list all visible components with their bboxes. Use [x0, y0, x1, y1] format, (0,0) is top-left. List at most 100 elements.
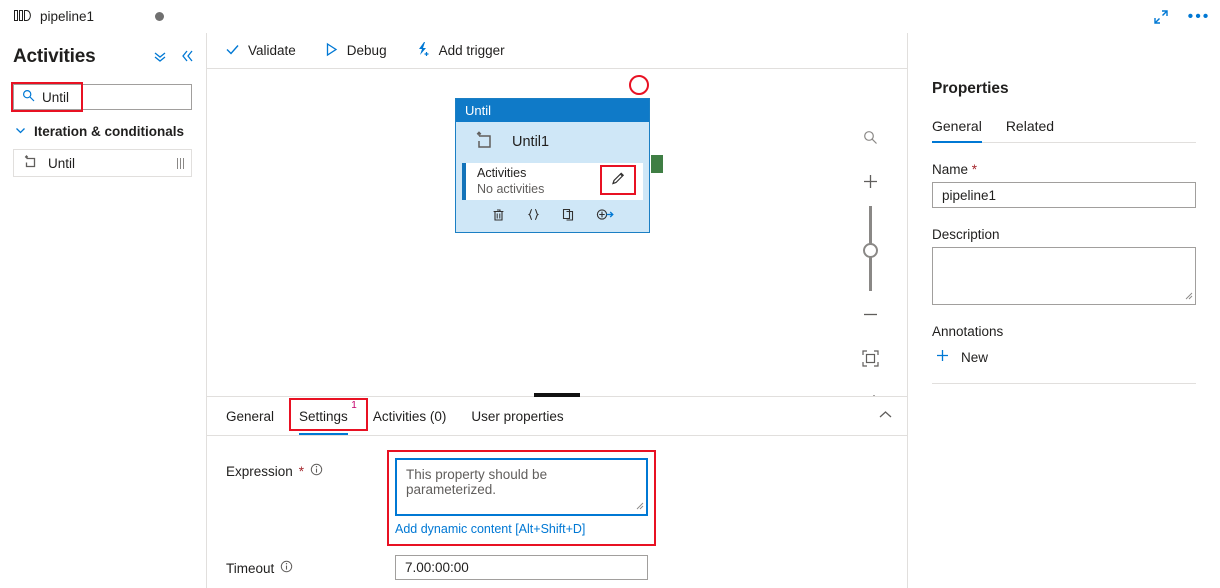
add-output-arrow-icon[interactable]: [596, 207, 614, 225]
info-icon[interactable]: [280, 560, 293, 576]
double-chevron-left-icon[interactable]: [180, 49, 194, 66]
tab-settings[interactable]: Settings 1: [299, 397, 357, 435]
details-tabs: General Settings 1 Activities (0) User p…: [207, 397, 907, 436]
node-action-bar: [456, 200, 649, 232]
until-loop-icon: [474, 130, 495, 155]
plus-icon: [935, 348, 950, 366]
add-annotation-button[interactable]: New: [932, 348, 1196, 366]
expression-row: Expression * This property should be par…: [207, 450, 907, 546]
code-braces-icon[interactable]: [526, 207, 541, 225]
unsaved-dot-icon: [155, 12, 164, 21]
adf-pipeline-editor: pipeline1 ••• Activities Until Iteration…: [0, 0, 1220, 588]
sidebar-item-until-label: Until: [48, 155, 76, 171]
tab-activities[interactable]: Activities (0): [373, 397, 447, 435]
trash-icon[interactable]: [491, 207, 506, 225]
activity-details-panel: General Settings 1 Activities (0) User p…: [207, 393, 907, 588]
activities-title: Activities: [13, 46, 96, 67]
tab-user-properties[interactable]: User properties: [471, 397, 563, 435]
reset-zoom-icon[interactable]: [851, 383, 889, 396]
checkmark-icon: [225, 42, 240, 60]
card-accent-bar: [462, 163, 466, 200]
add-dynamic-content-link[interactable]: Add dynamic content [Alt+Shift+D]: [395, 522, 648, 536]
search-wrapper: Until: [11, 82, 192, 112]
pipeline-icon: [14, 9, 31, 25]
node-name: Until1: [512, 134, 550, 150]
canvas-zoom-controls: [851, 118, 889, 396]
search-input[interactable]: Until: [13, 84, 192, 110]
search-input-value: Until: [42, 89, 70, 105]
zoom-slider[interactable]: [851, 206, 889, 291]
expression-field-wrap: This property should be parameterized. A…: [387, 450, 656, 546]
node-output-connector[interactable]: [651, 155, 663, 173]
properties-pane: Properties General Related Name * pipeli…: [907, 33, 1220, 588]
sidebar-item-until[interactable]: Until: [13, 149, 192, 177]
drag-handle[interactable]: [177, 157, 184, 169]
info-icon[interactable]: [310, 463, 323, 479]
expression-label: Expression: [226, 463, 293, 479]
timeout-label: Timeout: [226, 560, 275, 576]
tab-user-properties-label: User properties: [471, 408, 564, 424]
chevron-up-icon[interactable]: [878, 407, 893, 425]
tab-strip-empty: [176, 0, 1220, 33]
timeout-label-group: Timeout: [226, 555, 395, 576]
activity-group-label: Iteration & conditionals: [34, 124, 185, 139]
node-activities-card[interactable]: Activities No activities: [462, 163, 643, 200]
expression-label-group: Expression *: [226, 458, 395, 479]
validate-label: Validate: [248, 43, 296, 58]
properties-title: Properties: [932, 80, 1009, 97]
required-marker: *: [298, 463, 305, 479]
properties-tab-general[interactable]: General: [932, 118, 982, 143]
timeout-input[interactable]: 7.00:00:00: [395, 555, 648, 580]
properties-tab-related-label: Related: [1005, 118, 1055, 134]
activity-group-header[interactable]: Iteration & conditionals: [15, 124, 206, 139]
expression-input[interactable]: This property should be parameterized.: [395, 458, 648, 516]
activities-pane: Activities Until Iteration & conditional…: [0, 33, 207, 588]
name-label-group: Name *: [932, 162, 1196, 177]
play-triangle-icon: [324, 42, 339, 60]
textarea-resize-grip[interactable]: [635, 498, 644, 513]
node-title-row: Until1: [456, 122, 649, 162]
zoom-slider-knob[interactable]: [863, 243, 878, 258]
add-annotation-label: New: [961, 349, 989, 365]
annotations-label: Annotations: [932, 324, 1004, 339]
window-actions: •••: [1150, 0, 1210, 33]
chevron-down-icon: [15, 124, 26, 139]
magnifier-icon[interactable]: [851, 118, 889, 156]
node-activities-title: Activities: [477, 165, 527, 180]
double-chevron-down-icon[interactable]: [153, 49, 167, 66]
debug-label: Debug: [346, 43, 387, 58]
divider: [932, 383, 1196, 384]
plus-icon[interactable]: [851, 162, 889, 200]
activities-header: Activities: [0, 33, 206, 75]
add-trigger-label: Add trigger: [438, 43, 505, 58]
name-field[interactable]: pipeline1: [932, 182, 1196, 208]
fit-to-screen-icon[interactable]: [851, 339, 889, 377]
tab-general[interactable]: General: [226, 397, 274, 435]
textarea-resize-grip[interactable]: [1184, 288, 1193, 303]
add-trigger-button[interactable]: Add trigger: [405, 36, 515, 66]
tab-settings-label: Settings: [299, 408, 348, 424]
pipeline-tab[interactable]: pipeline1: [0, 0, 176, 33]
properties-tab-related[interactable]: Related: [1006, 118, 1054, 142]
tab-settings-badge: 1: [351, 400, 357, 411]
validate-button[interactable]: Validate: [215, 36, 306, 66]
tab-general-label: General: [226, 408, 275, 424]
canvas-highlight-circle: [629, 75, 649, 95]
duplicate-icon[interactable]: [561, 207, 576, 225]
ellipsis-icon[interactable]: •••: [1188, 6, 1210, 28]
expression-placeholder: This property should be parameterized.: [406, 467, 548, 497]
until-activity-node[interactable]: Until Until1 Activities No activities: [455, 98, 650, 233]
debug-button[interactable]: Debug: [314, 36, 397, 66]
description-field[interactable]: [932, 247, 1196, 305]
lightning-plus-icon: [415, 41, 431, 60]
edit-activities-button[interactable]: [600, 165, 636, 195]
tab-activities-label: Activities (0): [372, 408, 447, 424]
minus-icon[interactable]: [851, 295, 889, 333]
pencil-icon: [610, 170, 627, 190]
expand-diagonal-icon[interactable]: [1150, 6, 1172, 28]
pipeline-canvas[interactable]: Until Until1 Activities No activities: [207, 69, 907, 396]
node-header: Until: [456, 99, 649, 122]
timeout-row: Timeout 7.00:00:00: [207, 555, 907, 580]
search-icon: [22, 89, 35, 105]
properties-tabs: General Related: [932, 118, 1196, 143]
